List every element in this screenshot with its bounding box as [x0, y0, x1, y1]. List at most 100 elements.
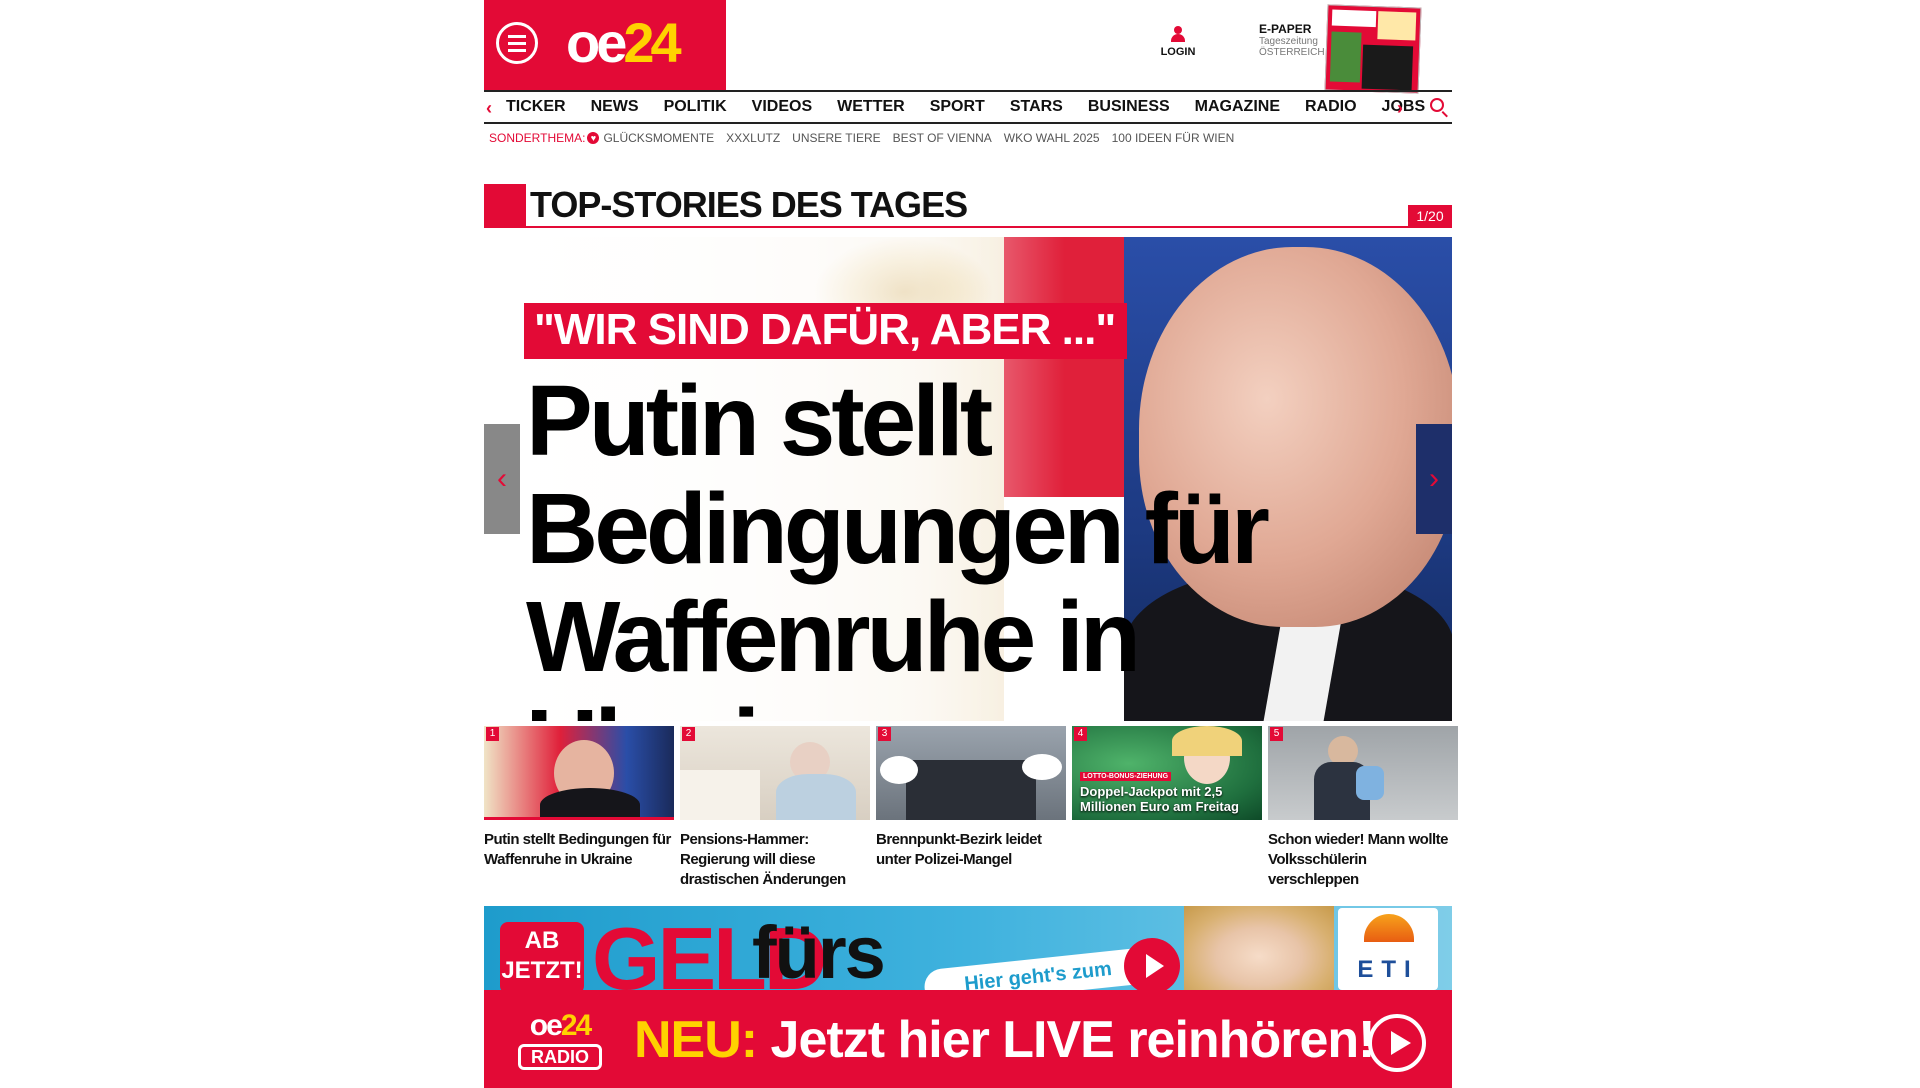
- heart-icon: ♥: [587, 132, 600, 144]
- logo-part-24: 24: [623, 11, 681, 74]
- nav-item-business[interactable]: BUSINESS: [1088, 92, 1182, 122]
- ad-badge-line: JETZT!: [501, 957, 583, 984]
- login-button[interactable]: LOGIN: [1160, 26, 1196, 58]
- thumb-title[interactable]: Schon wieder! Mann wollte Volksschülerin…: [1268, 830, 1458, 890]
- epaper-subtitle: ÖSTERREICH: [1259, 47, 1325, 58]
- cover-photo: [1329, 31, 1362, 83]
- thumb-body: [776, 774, 856, 820]
- ad-headline: fürs: [752, 911, 886, 990]
- thumb-hair: [1172, 726, 1242, 756]
- nav-item-stars[interactable]: STARS: [1010, 92, 1075, 122]
- epaper-subtitle: Tageszeitung: [1259, 36, 1318, 47]
- thumb-number: 3: [878, 727, 891, 741]
- oe24-logo[interactable]: oe24: [566, 10, 682, 75]
- chevron-right-icon[interactable]: ›: [1416, 424, 1452, 534]
- thumb-image: 3: [876, 726, 1066, 820]
- radio-logo-24: 24: [560, 1009, 592, 1042]
- special-topics-bar: SONDERTHEMA: ♥ GLÜCKSMOMENTE XXXLUTZ UNSER…: [489, 130, 1246, 146]
- thumb-speech-bubble: [1022, 754, 1062, 780]
- special-topic-item[interactable]: XXXLUTZ: [726, 131, 780, 145]
- thumb-overlay-text: Doppel-Jackpot mit 2,5 Millionen Euro am…: [1080, 784, 1239, 814]
- menu-bar: [508, 35, 526, 38]
- section-marker: [484, 184, 526, 228]
- nav-item-radio[interactable]: RADIO: [1305, 92, 1369, 122]
- hero-kicker[interactable]: "WIR SIND DAFÜR, ABER ...": [524, 303, 1128, 359]
- radio-logo-label: RADIO: [518, 1044, 602, 1070]
- story-thumb[interactable]: 4 LOTTO-BONUS-ZIEHUNG Doppel-Jackpot mit…: [1072, 726, 1262, 830]
- play-circle-icon[interactable]: [1368, 1014, 1426, 1072]
- nav-item-magazine[interactable]: MAGAZINE: [1195, 92, 1292, 122]
- thumb-suit: [540, 788, 640, 820]
- logo-area[interactable]: oe24: [484, 0, 726, 90]
- radio-logo-oe: oe: [529, 1009, 563, 1042]
- user-icon: [1171, 26, 1185, 42]
- nav-prev-icon[interactable]: ‹: [486, 98, 492, 119]
- menu-bar: [508, 42, 526, 45]
- special-topic-item[interactable]: UNSERE TIERE: [792, 131, 880, 145]
- story-thumb[interactable]: 3 Brennpunkt-Bezirk leidet unter Polizei…: [876, 726, 1066, 870]
- thumb-number: 1: [486, 727, 499, 741]
- thumb-title[interactable]: Putin stellt Bedingungen für Waffenruhe …: [484, 830, 674, 870]
- hamburger-menu-icon[interactable]: [496, 22, 538, 64]
- nav-item-videos[interactable]: VIDEOS: [752, 92, 824, 122]
- thumb-number: 4: [1074, 727, 1087, 741]
- story-thumbnails: 1 Putin stellt Bedingungen für Waffenruh…: [484, 726, 1458, 896]
- play-icon[interactable]: [1124, 938, 1180, 990]
- thumb-title[interactable]: Brennpunkt-Bezirk leidet unter Polizei-M…: [876, 830, 1066, 870]
- epaper-title: E-PAPER: [1259, 22, 1312, 36]
- hero-headline[interactable]: Putin stellt Bedingungen für Waffenruhe …: [526, 367, 1286, 721]
- sun-icon: [1364, 914, 1414, 942]
- hero-slide[interactable]: "WIR SIND DAFÜR, ABER ..." Putin stellt …: [484, 237, 1452, 721]
- thumb-bed: [680, 770, 760, 820]
- nav-item-wetter[interactable]: WETTER: [837, 92, 917, 122]
- thumb-speech-bubble: [880, 756, 918, 784]
- radio-live-bar[interactable]: oe24 RADIO NEU: Jetzt hier LIVE reinhöre…: [484, 990, 1452, 1088]
- login-label: LOGIN: [1160, 46, 1196, 58]
- story-thumb[interactable]: 2 Pensions-Hammer: Regierung will diese …: [680, 726, 870, 890]
- main-nav: ‹ TICKER NEWS POLITIK VIDEOS WETTER SPORT STAR…: [484, 90, 1452, 124]
- radio-cta-text[interactable]: NEU: Jetzt hier LIVE reinhören!: [634, 1010, 1376, 1070]
- chevron-left-icon[interactable]: ‹: [484, 424, 520, 534]
- search-icon[interactable]: [1430, 98, 1444, 112]
- special-topic-item[interactable]: GLÜCKSMOMENTE: [603, 131, 714, 145]
- thumb-image: 1: [484, 726, 674, 820]
- section-underline: [526, 226, 1452, 228]
- special-topic-item[interactable]: BEST OF VIENNA: [893, 131, 992, 145]
- thumb-image: 5: [1268, 726, 1458, 820]
- thumb-group: [906, 760, 1036, 820]
- story-thumb[interactable]: 1 Putin stellt Bedingungen für Waffenruh…: [484, 726, 674, 870]
- thumb-image: 2: [680, 726, 870, 820]
- nav-item-sport[interactable]: SPORT: [930, 92, 997, 122]
- nav-item-jobs[interactable]: JOBS: [1382, 92, 1438, 122]
- special-topics-list: GLÜCKSMOMENTE XXXLUTZ UNSERE TIERE BEST OF …: [603, 131, 1246, 145]
- special-topics-label: SONDERTHEMA:: [489, 131, 586, 145]
- special-topic-item[interactable]: 100 IDEEN FÜR WIEN: [1112, 131, 1235, 145]
- thumb-title[interactable]: Pensions-Hammer: Regierung will diese dr…: [680, 830, 870, 890]
- cover-teaser: [1377, 11, 1417, 41]
- active-indicator: [484, 817, 674, 820]
- cover-logo: [1331, 9, 1377, 28]
- section-title: TOP-STORIES DES TAGES: [530, 184, 968, 225]
- logo-part-oe: oe: [566, 11, 627, 74]
- nav-item-ticker[interactable]: TICKER: [506, 92, 578, 122]
- ad-badge-line: AB: [524, 927, 560, 954]
- radio-cta-label: Jetzt hier LIVE reinhören!: [757, 1011, 1376, 1069]
- ad-image: [1184, 906, 1334, 990]
- cover-headline: [1361, 44, 1414, 91]
- epaper-link[interactable]: E-PAPER Tageszeitung ÖSTERREICH: [1259, 22, 1329, 58]
- thumb-tag: LOTTO-BONUS-ZIEHUNG: [1080, 772, 1172, 781]
- thumb-number: 5: [1270, 727, 1283, 741]
- radio-logo-text: oe24: [512, 1010, 608, 1042]
- menu-bar: [508, 49, 526, 52]
- thumb-image: 4 LOTTO-BONUS-ZIEHUNG Doppel-Jackpot mit…: [1072, 726, 1262, 820]
- nav-item-politik[interactable]: POLITIK: [664, 92, 739, 122]
- eti-logo-text: ETI: [1357, 956, 1419, 983]
- advertisement-banner[interactable]: AB JETZT! GELD fürs Hier geht's zum ETI: [484, 906, 1452, 990]
- special-topic-item[interactable]: WKO WAHL 2025: [1004, 131, 1100, 145]
- nav-item-news[interactable]: NEWS: [591, 92, 651, 122]
- oe24-radio-logo: oe24 RADIO: [512, 1010, 608, 1076]
- page: oe24 LOGIN E-PAPER Tageszeitung ÖSTERREI…: [484, 0, 1458, 1088]
- story-thumb[interactable]: 5 Schon wieder! Mann wollte Volksschüler…: [1268, 726, 1458, 890]
- nav-next-icon[interactable]: ›: [1397, 98, 1403, 119]
- epaper-cover-image[interactable]: [1324, 4, 1422, 94]
